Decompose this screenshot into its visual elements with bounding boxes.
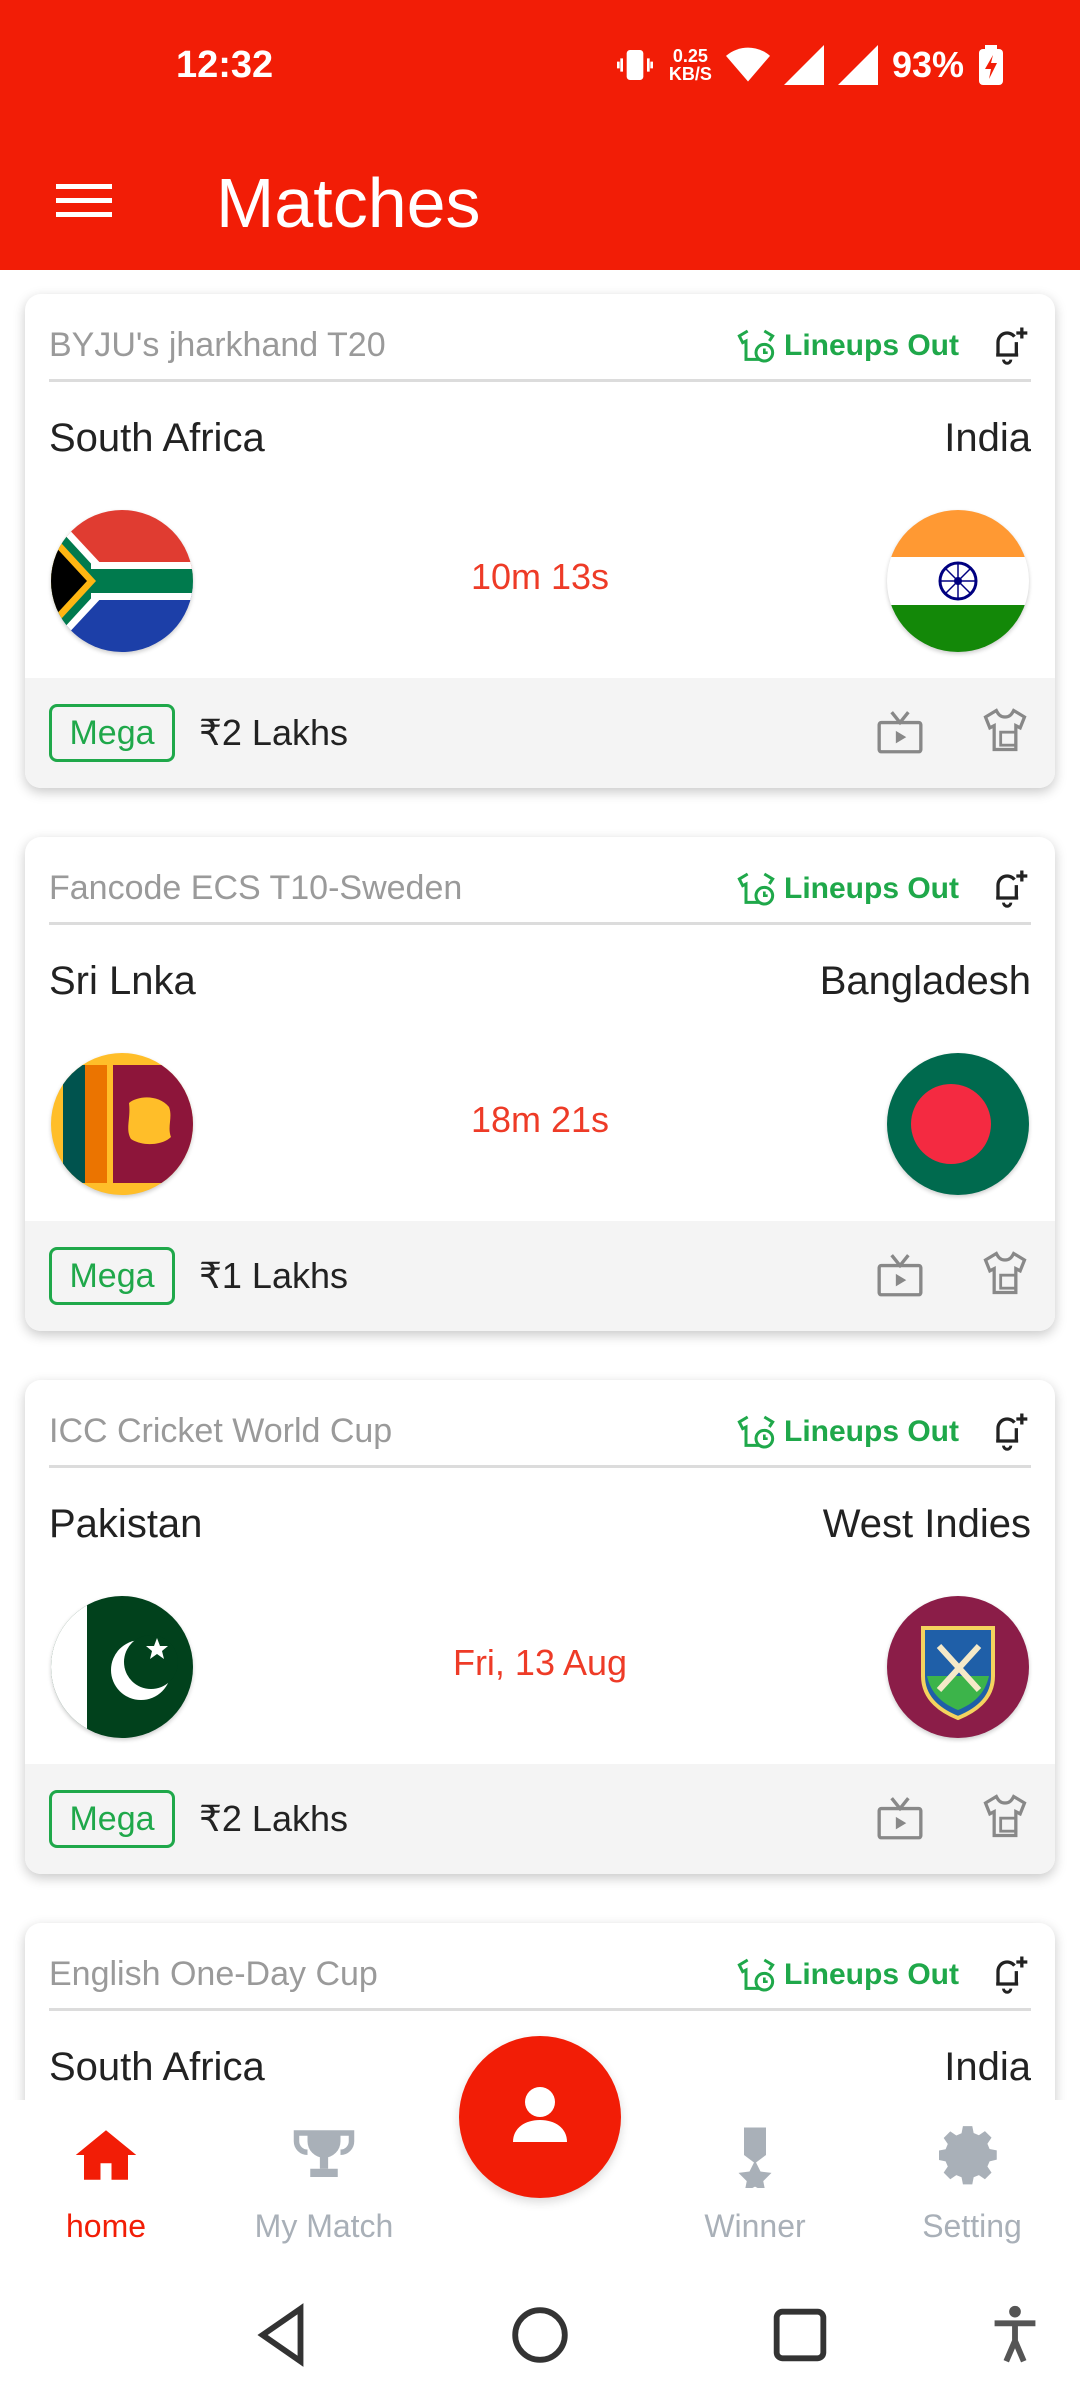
jersey-icon[interactable]	[979, 1790, 1031, 1842]
nav-winner[interactable]: Winner	[655, 2122, 855, 2245]
battery-percent: 93%	[891, 44, 964, 85]
page-title: Matches	[216, 164, 481, 242]
match-card-header: Fancode ECS T10-Sweden Lineups Out	[49, 861, 1031, 925]
nav-home[interactable]: home	[6, 2122, 206, 2245]
league-name: BYJU's jharkhand T20	[49, 326, 386, 364]
nav-setting[interactable]: Setting	[872, 2122, 1072, 2245]
status-bar: 12:32 0.25 KB/S 93%	[0, 0, 1080, 140]
team-left-name: South Africa	[49, 416, 265, 460]
medal-icon	[738, 2127, 772, 2188]
team-left-name: Sri Lnka	[49, 959, 196, 1003]
tv-icon[interactable]	[875, 708, 925, 758]
match-card[interactable]: Fancode ECS T10-Sweden Lineups Out Sri L…	[25, 837, 1055, 1331]
team-right-name: Bangladesh	[819, 959, 1031, 1003]
shirt-clock-icon	[737, 329, 775, 363]
status-time: 12:32	[176, 44, 274, 86]
prize-amount: ₹1 Lakhs	[199, 1255, 348, 1296]
match-card[interactable]: BYJU's jharkhand T20 Lineups Out South A…	[25, 294, 1055, 788]
mega-badge: Mega	[49, 1247, 175, 1305]
lineups-status: Lineups Out	[736, 1955, 959, 1995]
add-alert-icon[interactable]	[987, 322, 1031, 366]
match-card-header: English One-Day Cup Lineups Out	[49, 1947, 1031, 2011]
tv-icon[interactable]	[875, 1251, 925, 1301]
network-speed: 0.25 KB/S	[668, 46, 712, 84]
app-bar: Matches	[0, 140, 1080, 270]
lineups-status: Lineups Out	[736, 869, 959, 909]
profile-fab-button[interactable]	[459, 2036, 621, 2198]
team-right-name: West Indies	[822, 1502, 1031, 1546]
gear-icon	[939, 2126, 997, 2185]
wifi-icon	[725, 47, 770, 82]
menu-icon[interactable]	[52, 168, 116, 232]
match-list[interactable]: BYJU's jharkhand T20 Lineups Out South A…	[0, 270, 1080, 2100]
shirt-clock-icon	[737, 872, 775, 906]
trophy-icon	[293, 2130, 355, 2177]
match-card-footer: Mega ₹2 Lakhs	[25, 678, 1055, 788]
match-card-footer: Mega ₹1 Lakhs	[25, 1221, 1055, 1331]
team-left-name: Pakistan	[49, 1502, 203, 1546]
home-circle-icon[interactable]	[505, 2300, 575, 2370]
shirt-clock-icon	[737, 1958, 775, 1992]
mega-badge: Mega	[49, 704, 175, 762]
lineups-status: Lineups Out	[736, 326, 959, 366]
status-icons: 0.25 KB/S 93%	[615, 44, 1004, 86]
tv-icon[interactable]	[875, 1794, 925, 1844]
nav-winner-label: Winner	[704, 2208, 806, 2244]
match-card[interactable]: ICC Cricket World Cup Lineups Out Pakist…	[25, 1380, 1055, 1874]
battery-charging-icon	[979, 45, 1003, 85]
prize-amount: ₹2 Lakhs	[199, 712, 348, 753]
home-icon	[75, 2130, 137, 2180]
league-name: ICC Cricket World Cup	[49, 1412, 393, 1450]
signal-icon	[783, 45, 824, 85]
signal-icon-2	[837, 45, 878, 85]
match-card-footer: Mega ₹2 Lakhs	[25, 1764, 1055, 1874]
team-right-name: India	[944, 416, 1031, 460]
accessibility-icon[interactable]	[980, 2300, 1050, 2370]
west-indies-flag-icon	[887, 1596, 1029, 1738]
league-name: Fancode ECS T10-Sweden	[49, 869, 463, 907]
add-alert-icon[interactable]	[987, 1951, 1031, 1995]
team-left-name: South Africa	[49, 2045, 265, 2089]
shirt-clock-icon	[737, 1415, 775, 1449]
league-name: English One-Day Cup	[49, 1955, 378, 1993]
back-icon[interactable]	[248, 2300, 318, 2370]
vibrate-icon	[616, 50, 653, 80]
system-navigation-bar	[0, 2270, 1080, 2400]
nav-setting-label: Setting	[922, 2208, 1022, 2244]
match-card-header: BYJU's jharkhand T20 Lineups Out	[49, 318, 1031, 382]
india-flag-icon	[887, 510, 1029, 652]
recents-icon[interactable]	[765, 2300, 835, 2370]
jersey-icon[interactable]	[979, 1247, 1031, 1299]
add-alert-icon[interactable]	[987, 1408, 1031, 1452]
user-icon	[513, 2087, 567, 2142]
jersey-icon[interactable]	[979, 704, 1031, 756]
mega-badge: Mega	[49, 1790, 175, 1848]
team-right-name: India	[944, 2045, 1031, 2089]
prize-amount: ₹2 Lakhs	[199, 1798, 348, 1839]
add-alert-icon[interactable]	[987, 865, 1031, 909]
nav-home-label: home	[65, 2208, 147, 2244]
nav-my-match[interactable]: My Match	[224, 2122, 424, 2245]
bangladesh-flag-icon	[887, 1053, 1029, 1195]
match-card-header: ICC Cricket World Cup Lineups Out	[49, 1404, 1031, 1468]
lineups-status: Lineups Out	[736, 1412, 959, 1452]
nav-my-match-label: My Match	[254, 2208, 394, 2244]
